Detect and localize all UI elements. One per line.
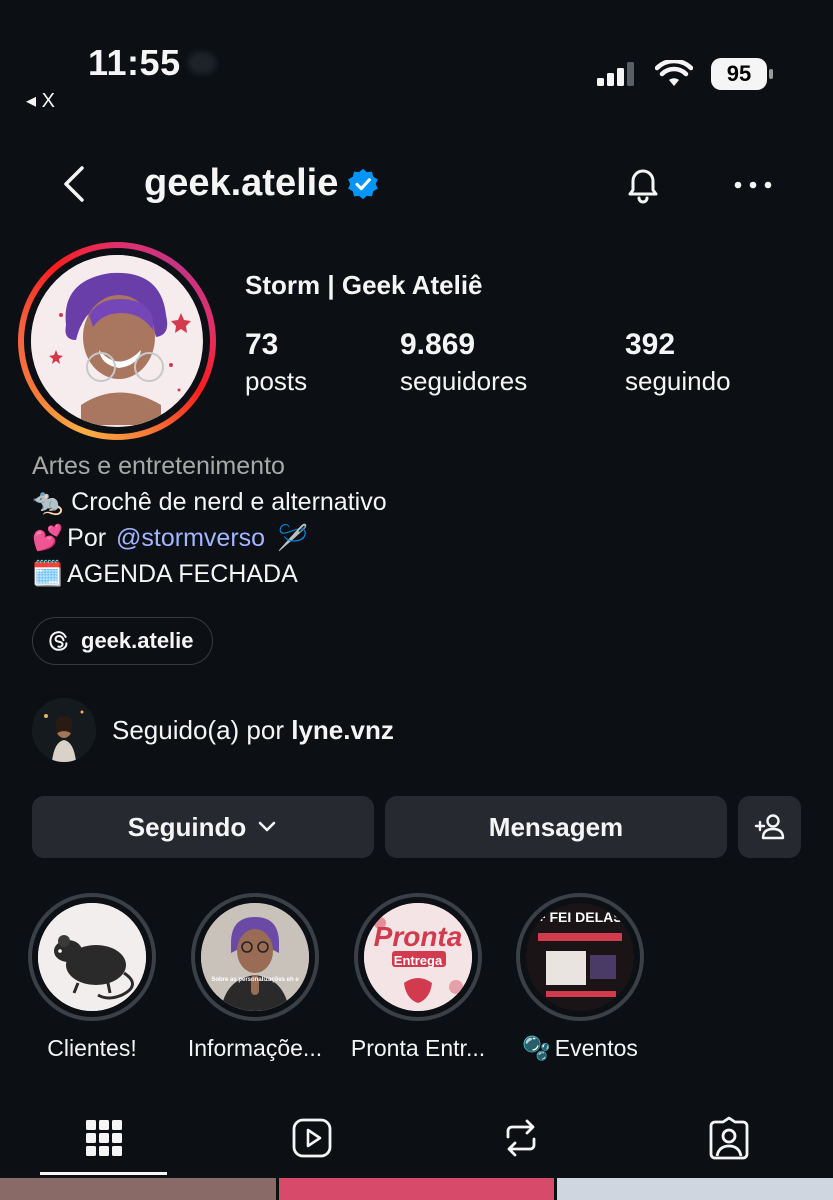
bio-line-3: 🗓️ AGENDA FECHADA <box>32 560 298 589</box>
rat-emoji: 🐀 <box>32 488 64 516</box>
profile-username-header: geek.atelie <box>144 162 380 205</box>
followed-by-row[interactable]: Seguido(a) por lyne.vnz <box>32 698 394 762</box>
tab-reposts[interactable] <box>493 1110 549 1166</box>
avatar-illustration <box>31 255 201 425</box>
verified-badge-icon <box>348 168 379 199</box>
highlight-cover: Pronta Entrega <box>364 903 472 1011</box>
bubbles-emoji: 🫧 <box>522 1035 551 1061</box>
highlight-label: Eventos <box>554 1035 638 1061</box>
bio-text-2: Por <box>67 524 107 552</box>
highlight-clientes[interactable]: Clientes! <box>12 893 172 1062</box>
follower-avatar-illustration <box>32 698 96 762</box>
back-button[interactable] <box>54 162 98 206</box>
calendar-emoji: 🗓️ <box>32 560 64 588</box>
message-button[interactable]: Mensagem <box>385 796 727 858</box>
chevron-left-icon <box>64 166 84 202</box>
followers-count-value: 9.869 <box>400 328 476 361</box>
followers-count[interactable]: 9.869 seguidores <box>400 328 527 397</box>
profile-header: geek.atelie <box>0 150 833 220</box>
highlight-cover <box>38 903 146 1011</box>
followed-by-prefix: Seguido(a) por <box>112 714 284 745</box>
following-button-label: Seguindo <box>127 811 247 842</box>
follower-avatar <box>32 698 96 762</box>
chevron-down-icon <box>258 821 276 832</box>
highlight-eventos[interactable]: + FEI DELAS 🫧 Eventos <box>500 893 660 1062</box>
highlight-informacoes[interactable]: Sobre as personalizações eh e Informaçõe… <box>175 893 335 1062</box>
posts-count-value: 73 <box>245 328 279 361</box>
bell-icon <box>628 169 658 204</box>
tab-reels[interactable] <box>284 1110 340 1166</box>
rat-illustration <box>38 903 146 1011</box>
threads-icon <box>49 631 68 651</box>
highlight-title: + FEI DELAS <box>537 909 623 925</box>
back-to-app-link[interactable]: ◂ X <box>26 88 55 113</box>
following-count-label: seguindo <box>625 366 731 396</box>
status-time: 11:55 <box>88 42 181 83</box>
tab-posts-grid[interactable] <box>76 1110 132 1166</box>
person-illustration <box>201 903 309 1011</box>
posts-count[interactable]: 73 posts <box>245 328 307 397</box>
grid-post-thumb[interactable] <box>557 1178 833 1200</box>
threads-handle: geek.atelie <box>81 628 194 653</box>
more-options-button[interactable] <box>730 170 776 200</box>
bio-text-3: AGENDA FECHADA <box>67 560 298 588</box>
hearts-emoji: 💕 <box>32 524 64 552</box>
profile-category: Artes e entretenimento <box>32 452 285 480</box>
add-person-icon <box>754 814 784 840</box>
repost-icon <box>506 1119 536 1157</box>
followed-by-user: lyne.vnz <box>291 714 394 745</box>
highlight-label: Pronta Entr... <box>350 1035 486 1061</box>
suggested-accounts-button[interactable] <box>738 796 801 858</box>
posts-grid-preview <box>0 1178 833 1200</box>
threads-profile-link[interactable]: geek.atelie <box>32 617 213 665</box>
highlight-subtitle: Entrega <box>393 953 443 968</box>
status-bar: 11:55 ◂ X 95 <box>0 0 833 120</box>
profile-display-name: Storm | Geek Ateliê <box>245 270 483 300</box>
following-count[interactable]: 392 seguindo <box>625 328 731 397</box>
highlight-label: Clientes! <box>47 1035 137 1061</box>
profile-avatar <box>31 255 203 427</box>
needle-emoji: 🪡 <box>277 524 309 552</box>
notifications-button[interactable] <box>620 162 666 208</box>
status-indicators: 95 <box>597 58 773 90</box>
following-button[interactable]: Seguindo <box>32 796 374 858</box>
highlight-pronta-entrega[interactable]: Pronta Entrega Pronta Entr... <box>338 893 498 1062</box>
highlight-cover: + FEI DELAS <box>526 903 634 1011</box>
reels-icon <box>292 1118 332 1158</box>
followers-count-label: seguidores <box>400 366 528 396</box>
highlight-caption: Sobre as personalizações eh e <box>211 977 299 983</box>
bio-line-1: 🐀 Crochê de nerd e alternativo <box>32 488 387 517</box>
following-count-value: 392 <box>625 328 676 361</box>
active-tab-indicator <box>40 1172 167 1175</box>
more-horizontal-icon <box>734 181 772 189</box>
tab-tagged[interactable] <box>701 1110 757 1166</box>
tagged-icon <box>709 1116 749 1160</box>
battery-indicator: 95 <box>711 58 773 90</box>
highlight-label: Informaçõe... <box>187 1035 323 1061</box>
grid-icon <box>86 1120 122 1156</box>
grid-post-thumb[interactable] <box>0 1178 276 1200</box>
bio-line-2: 💕 Por @stormverso 🪡 <box>32 524 308 553</box>
followed-by-text: Seguido(a) por lyne.vnz <box>112 715 394 746</box>
wifi-icon <box>655 60 693 86</box>
highlight-cover: Sobre as personalizações eh e <box>201 903 309 1011</box>
bio-text-1: Crochê de nerd e alternativo <box>71 488 387 516</box>
highlight-title: Pronta <box>373 921 463 952</box>
message-button-label: Mensagem <box>488 811 624 842</box>
username-text: geek.atelie <box>144 162 339 204</box>
profile-content-tabs <box>0 1100 833 1180</box>
status-blurred-indicator <box>188 52 216 74</box>
posts-count-label: posts <box>245 366 308 396</box>
profile-avatar-story-ring[interactable] <box>18 242 216 440</box>
mention-link[interactable]: @stormverso <box>116 524 265 553</box>
signal-icon <box>597 62 634 86</box>
grid-post-thumb[interactable] <box>278 1178 555 1200</box>
